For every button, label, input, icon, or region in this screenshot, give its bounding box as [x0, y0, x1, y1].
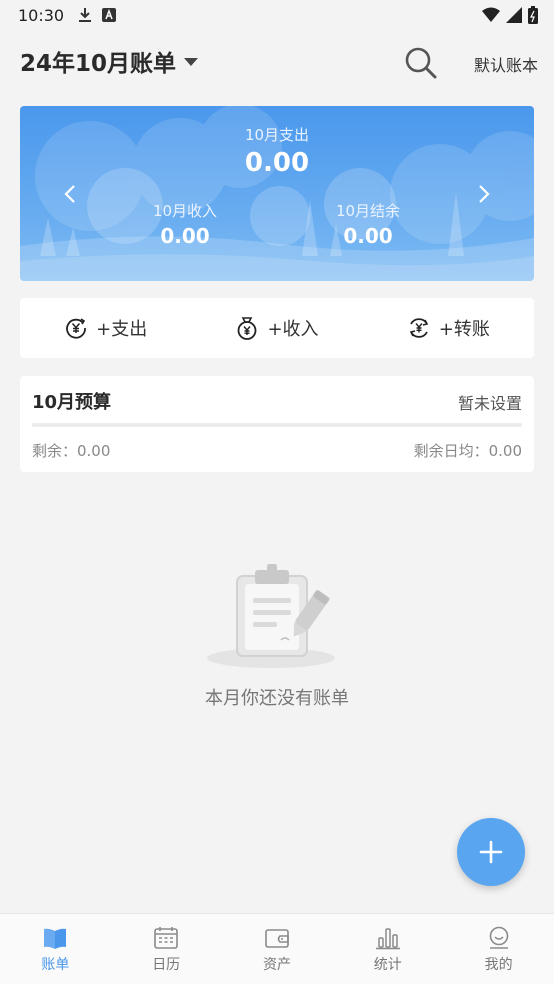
tab-bills-label: 账单 — [41, 957, 70, 973]
budget-card[interactable]: 10月预算 暂未设置 剩余：0.00 剩余日均：0.00 — [20, 376, 534, 472]
balance-value: 0.00 — [343, 224, 393, 248]
add-expense-button[interactable]: +支出 — [64, 315, 147, 341]
tab-calendar-label: 日历 — [152, 957, 181, 973]
expense-label: 10月支出 — [244, 126, 310, 144]
quick-actions: +支出 +收入 +转账 — [20, 298, 534, 358]
empty-state-message: 本月你还没有账单 — [205, 688, 349, 709]
transfer-yuan-icon — [409, 318, 428, 338]
tab-statistics-label: 统计 — [373, 957, 402, 973]
header: 24年10月账单 默认账本 — [0, 36, 554, 86]
tab-profile-label: 我的 — [484, 957, 513, 973]
prev-month-arrow-icon[interactable] — [58, 180, 82, 208]
bottom-tab-bar: 账单 日历 资产 统计 我的 — [0, 913, 554, 984]
budget-daily-average: 剩余日均：0.00 — [413, 442, 522, 460]
income-bag-icon — [238, 317, 257, 340]
summary-banner: 10月支出 0.00 10月收入 0.00 10月结余 0.00 — [20, 106, 534, 281]
plus-icon — [479, 840, 503, 864]
expense-yuan-icon — [66, 318, 87, 339]
add-record-fab[interactable] — [457, 818, 525, 886]
empty-state: 本月你还没有账单 — [0, 560, 554, 709]
add-expense-label: +支出 — [96, 319, 148, 340]
balance-label: 10月结余 — [335, 202, 401, 220]
profile-icon — [489, 926, 508, 949]
tab-assets[interactable]: 资产 — [222, 914, 333, 984]
signal-icon — [506, 7, 522, 27]
caret-down-icon — [184, 58, 199, 66]
tab-calendar[interactable]: 日历 — [111, 914, 222, 984]
expense-value: 0.00 — [244, 148, 310, 178]
budget-remaining: 剩余：0.00 — [32, 442, 111, 460]
add-transfer-button[interactable]: +转账 — [407, 315, 490, 341]
tab-profile[interactable]: 我的 — [443, 914, 554, 984]
budget-setup-link[interactable]: 暂未设置 — [458, 390, 522, 414]
budget-progress-bar — [32, 423, 522, 427]
clipboard-empty-illustration — [207, 564, 335, 668]
account-book-button[interactable]: 默认账本 — [474, 52, 538, 76]
month-selector[interactable]: 24年10月账单 — [20, 44, 199, 78]
tab-assets-label: 资产 — [262, 957, 291, 973]
book-icon — [44, 928, 67, 949]
wallet-icon — [265, 929, 289, 948]
calendar-icon — [154, 927, 178, 949]
status-bar: 10:30 — [0, 0, 554, 30]
search-button[interactable] — [402, 44, 440, 82]
tab-bills[interactable]: 账单 — [0, 914, 111, 984]
tab-statistics[interactable]: 统计 — [332, 914, 443, 984]
add-transfer-label: +转账 — [438, 319, 490, 340]
add-income-button[interactable]: +收入 — [235, 315, 319, 341]
next-month-arrow-icon[interactable] — [472, 180, 496, 208]
search-icon — [405, 47, 437, 79]
chart-icon — [375, 928, 400, 950]
download-icon — [78, 7, 92, 23]
income-value: 0.00 — [160, 224, 210, 248]
battery-icon — [528, 6, 538, 28]
wifi-icon — [482, 7, 500, 27]
notification-a-icon — [102, 8, 117, 22]
add-income-label: +收入 — [267, 319, 319, 340]
page-title: 24年10月账单 — [20, 51, 177, 77]
income-label: 10月收入 — [152, 202, 218, 220]
status-time: 10:30 — [18, 5, 65, 25]
budget-title: 10月预算 — [32, 392, 112, 413]
